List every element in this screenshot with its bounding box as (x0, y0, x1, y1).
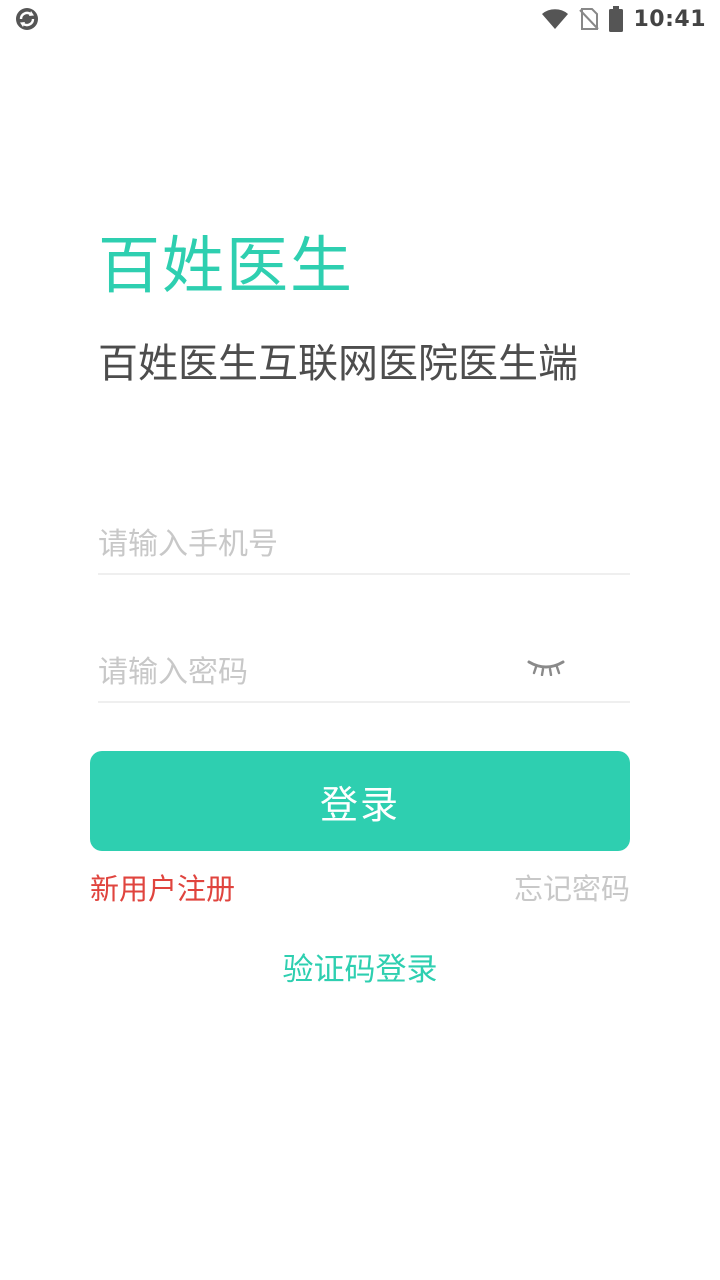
status-left (14, 6, 40, 32)
forgot-password-link[interactable]: 忘记密码 (514, 869, 630, 909)
status-time: 10:41 (633, 6, 706, 32)
phone-input[interactable] (98, 515, 630, 573)
app-subtitle: 百姓医生互联网医院医生端 (98, 341, 578, 387)
status-right: 10:41 (541, 6, 706, 32)
eye-closed-icon[interactable] (526, 655, 566, 679)
sms-login-link[interactable]: 验证码登录 (0, 948, 720, 992)
login-button[interactable]: 登录 (90, 751, 630, 851)
app-title: 百姓医生 (98, 229, 355, 302)
login-screen: 10:41 百姓医生 百姓医生互联网医院医生端 登录 新用户注册 忘记密码 验证… (0, 0, 720, 1280)
password-input[interactable] (98, 643, 498, 701)
register-link[interactable]: 新用户注册 (90, 869, 235, 909)
no-sim-icon (579, 7, 600, 31)
status-bar: 10:41 (0, 0, 720, 38)
sync-icon (14, 6, 40, 32)
battery-icon (609, 6, 624, 32)
wifi-icon (541, 8, 569, 30)
phone-field (98, 515, 630, 575)
password-field (98, 643, 630, 703)
